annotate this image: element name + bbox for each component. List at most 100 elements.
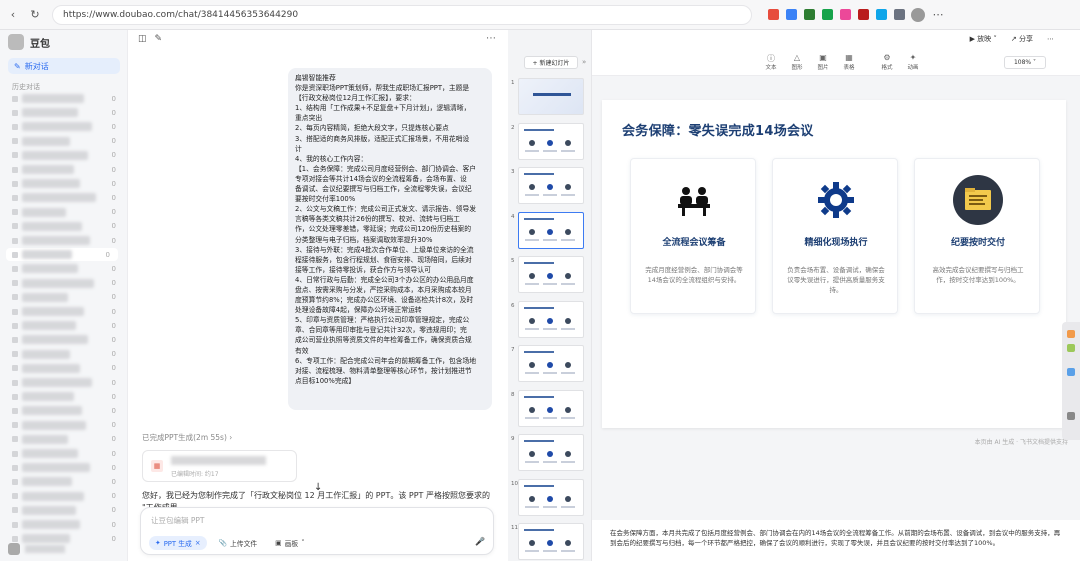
new-chat-button[interactable]: ✎ 新对话 — [8, 58, 120, 74]
history-item[interactable]: 0 — [12, 262, 124, 275]
edit-icon[interactable]: ✎ — [155, 34, 163, 44]
history-item[interactable]: 0 — [12, 419, 124, 432]
slide-card[interactable]: 精细化现场执行 负责会场布置、设备调试，确保会议零失误进行，提供高质量服务支持。 — [772, 158, 898, 314]
thumb-number: 11 — [511, 525, 518, 531]
speaker-notes[interactable]: 在会务保障方面，本月共完成了包括月度经营例会、部门协调会在内的14场会议的全流程… — [592, 520, 1080, 561]
history-item[interactable]: 0 — [12, 305, 124, 318]
history-item[interactable]: 0 — [12, 135, 124, 148]
history-item[interactable]: 0 — [12, 404, 124, 417]
history-item[interactable]: 0 — [12, 177, 124, 190]
thumb-text-line — [561, 550, 575, 552]
generation-status[interactable]: 已完成PPT生成(2m 55s) › — [142, 432, 232, 443]
history-item[interactable]: 0 — [12, 376, 124, 389]
slide-thumbnail[interactable] — [518, 345, 584, 382]
thumb-dot — [547, 540, 553, 546]
prompt-line: 言稿等各类文稿共计26份的撰写、校对、流转与归档工 — [295, 215, 460, 224]
address-bar[interactable]: https://www.doubao.com/chat/384144563536… — [52, 4, 752, 25]
history-title-blurred — [22, 363, 80, 373]
history-item[interactable]: 0 — [12, 447, 124, 460]
toolbar-item[interactable]: ▣ 图片 — [810, 53, 836, 71]
back-icon[interactable]: ‹ — [4, 6, 22, 24]
history-item[interactable]: 0 — [12, 277, 124, 290]
microphone-icon[interactable]: 🎤 — [475, 537, 485, 546]
history-item[interactable]: 0 — [12, 234, 124, 247]
extension-icon[interactable] — [822, 9, 833, 20]
history-item[interactable]: 0 — [12, 504, 124, 517]
history-item[interactable]: 0 — [12, 433, 124, 446]
slide-thumbnail[interactable] — [518, 256, 584, 293]
slide-thumbnail[interactable] — [518, 167, 584, 204]
history-item[interactable]: 0 — [12, 390, 124, 403]
toolbar-item[interactable]: ▦ 表格 — [836, 53, 862, 71]
extension-icon[interactable] — [858, 9, 869, 20]
extension-icon[interactable] — [768, 9, 779, 20]
history-item[interactable]: 0 — [12, 348, 124, 361]
history-item[interactable]: 0 — [12, 291, 124, 304]
history-item[interactable]: 0 — [12, 92, 124, 105]
sidebar-toggle-icon[interactable]: ◫ — [138, 34, 147, 44]
slide-thumbnail[interactable] — [518, 389, 584, 427]
tool-icon-orange[interactable] — [1067, 330, 1075, 338]
history-item[interactable]: 0 — [12, 106, 124, 119]
tool-icon-green[interactable] — [1067, 344, 1075, 352]
history-item[interactable]: 0 — [12, 206, 124, 219]
canvas-button[interactable]: ▣ 画板 ˅ — [269, 536, 310, 550]
toolbar-item[interactable]: ✦ 动画 — [900, 53, 926, 71]
history-item[interactable]: 0 — [12, 191, 124, 204]
slide-thumbnail[interactable] — [518, 78, 584, 115]
history-item[interactable]: 0 — [12, 319, 124, 332]
ppt-file-card[interactable]: ▦ 已编辑时间: 约17 — [142, 450, 297, 482]
history-item[interactable]: 0 — [12, 475, 124, 488]
history-item[interactable]: 0 — [12, 362, 124, 375]
reload-icon[interactable]: ↻ — [26, 6, 44, 24]
thumb-text-line — [525, 238, 539, 241]
extension-icon[interactable] — [786, 9, 797, 20]
more-options-icon[interactable]: ⋯ — [486, 33, 496, 44]
user-avatar[interactable] — [8, 543, 20, 555]
tool-icon-gray[interactable] — [1067, 412, 1075, 420]
slide-card[interactable]: 纪要按时交付 高效完成会议纪要撰写与归档工作，按时交付率达到100%。 — [914, 158, 1040, 314]
history-item[interactable]: 0 — [12, 518, 124, 531]
slide-thumbnail[interactable] — [518, 478, 584, 516]
collapse-panel-icon[interactable]: » — [582, 58, 586, 66]
history-item[interactable]: 0 — [12, 120, 124, 133]
tool-icon-blue[interactable] — [1067, 368, 1075, 376]
history-item[interactable]: 0 — [12, 220, 124, 233]
slide-thumbnail[interactable] — [518, 211, 584, 249]
history-item[interactable]: 0 — [12, 490, 124, 503]
prompt-line: 扁锡智能推荐 — [295, 74, 336, 82]
share-button[interactable]: ↗ 分享 — [1011, 34, 1033, 44]
toolbar-item[interactable]: △ 图形 — [784, 53, 810, 71]
history-item[interactable]: 0 — [12, 333, 124, 346]
extension-icon[interactable] — [876, 9, 887, 20]
slide-thumbnail[interactable] — [518, 300, 584, 338]
history-item[interactable]: 0 — [12, 149, 124, 162]
ppt-generate-button[interactable]: ✦ PPT 生成 × — [149, 536, 207, 550]
more-icon[interactable]: ⋯ — [929, 6, 947, 24]
zoom-select[interactable]: 108% ˅ — [1004, 56, 1046, 69]
composer-input[interactable]: 让豆包编辑 PPT — [151, 515, 205, 526]
slide-thumbnail[interactable] — [518, 523, 584, 560]
extension-icon[interactable] — [894, 9, 905, 20]
slide-title[interactable]: 会务保障：零失误完成14场会议 — [622, 120, 814, 139]
toolbar-item[interactable]: ⚙ 格式 — [874, 53, 900, 71]
play-button[interactable]: ▶ 放映 ˅ — [970, 34, 997, 44]
thumb-text-line — [525, 372, 539, 374]
chat-icon — [12, 478, 18, 485]
slide-card[interactable]: 全流程会议筹备 完成月度经营例会、部门协调会等14场会议的全流程组织与安排。 — [630, 158, 756, 314]
upload-file-button[interactable]: 📎 上传文件 — [213, 536, 264, 550]
new-slide-button[interactable]: + 新建幻灯片 — [524, 56, 578, 69]
slide-thumbnail[interactable] — [518, 434, 584, 471]
history-item[interactable]: 0 — [12, 461, 124, 474]
slide-thumbnail[interactable] — [518, 122, 584, 160]
extension-icon[interactable] — [804, 9, 815, 20]
profile-avatar[interactable] — [911, 7, 925, 22]
history-item[interactable]: 0 — [6, 248, 118, 262]
floating-side-toolbar[interactable] — [1062, 322, 1080, 440]
extension-icon[interactable] — [840, 9, 851, 20]
more-icon[interactable]: ⋯ — [1047, 35, 1054, 43]
history-item[interactable]: 0 — [12, 163, 124, 176]
toolbar-item[interactable]: ⓘ 文本 — [758, 53, 784, 71]
close-icon[interactable]: × — [195, 539, 201, 547]
message-composer[interactable]: 让豆包编辑 PPT ✦ PPT 生成 × 📎 上传文件 ▣ 画板 ˅ 🎤 — [140, 507, 494, 555]
